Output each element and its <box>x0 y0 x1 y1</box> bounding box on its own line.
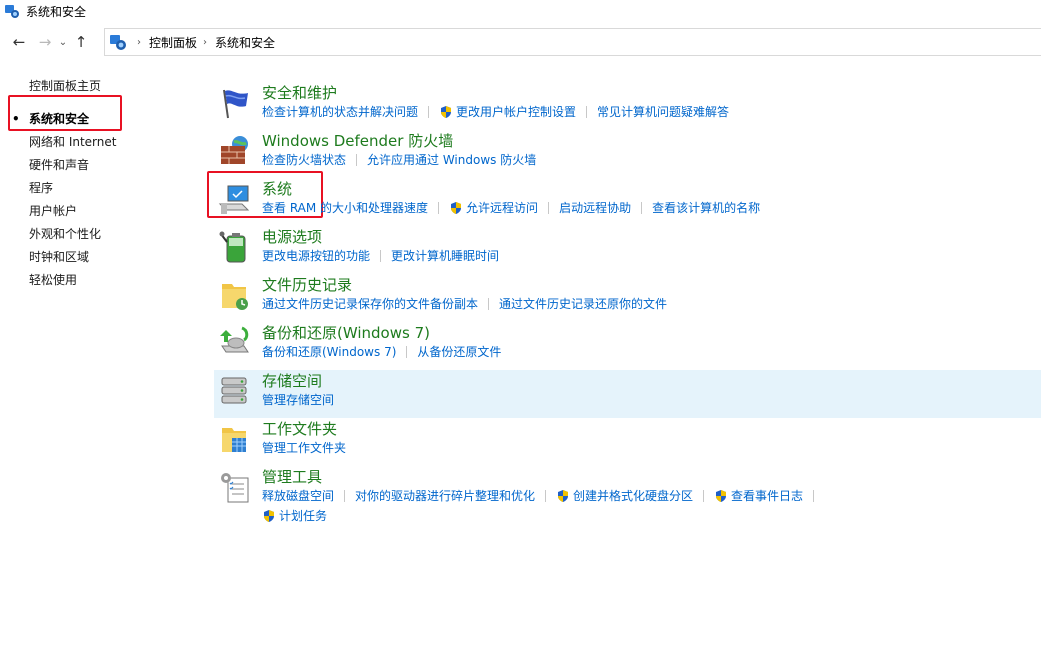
flag-icon <box>223 89 248 119</box>
category-storage-spaces[interactable]: 存储空间 管理存储空间 <box>214 370 1041 418</box>
link-label: 计划任务 <box>279 509 328 523</box>
divider <box>641 202 643 214</box>
category-backup-restore: 备份和还原(Windows 7) 备份和还原(Windows 7) 从备份还原文… <box>214 322 1041 370</box>
link-restore-from-backup[interactable]: 从备份还原文件 <box>417 343 501 361</box>
divider <box>545 490 547 502</box>
divider <box>586 106 588 118</box>
link-save-backup[interactable]: 通过文件历史记录保存你的文件备份副本 <box>262 295 478 313</box>
link-allow-remote[interactable]: 允许远程访问 <box>449 199 538 217</box>
category-title[interactable]: 电源选项 <box>262 227 322 247</box>
link-sleep-time[interactable]: 更改计算机睡眠时间 <box>391 247 499 265</box>
admin-tools-icon <box>221 473 249 503</box>
window-title: 系统和安全 <box>26 4 87 19</box>
chevron-right-icon: › <box>203 36 208 48</box>
divider <box>380 250 382 262</box>
address-bar[interactable]: › 控制面板 › 系统和安全 <box>104 28 1041 56</box>
link-label: 查看事件日志 <box>731 489 804 503</box>
breadcrumb-control-panel[interactable]: 控制面板 <box>149 34 197 51</box>
category-firewall: Windows Defender 防火墙 检查防火墙状态 允许应用通过 Wind… <box>214 130 1041 178</box>
sidebar-item-user-accounts[interactable]: 用户帐户 <box>0 201 200 224</box>
divider <box>428 106 430 118</box>
link-manage-work-folders[interactable]: 管理工作文件夹 <box>262 439 346 457</box>
sidebar-item-clock-region[interactable]: 时钟和区域 <box>0 247 200 270</box>
divider <box>344 490 346 502</box>
sidebar-item-ease-of-access[interactable]: 轻松使用 <box>0 270 200 293</box>
link-remote-assist[interactable]: 启动远程协助 <box>559 199 631 217</box>
divider <box>813 490 815 502</box>
category-title[interactable]: Windows Defender 防火墙 <box>262 131 453 151</box>
chevron-right-icon: › <box>137 36 141 48</box>
shield-icon <box>451 202 462 214</box>
sidebar-item-programs[interactable]: 程序 <box>0 178 200 201</box>
work-folder-icon <box>222 428 246 452</box>
category-title[interactable]: 备份和还原(Windows 7) <box>262 323 430 343</box>
link-free-disk-space[interactable]: 释放磁盘空间 <box>262 487 334 505</box>
link-task-scheduler[interactable]: 计划任务 <box>262 507 327 525</box>
shield-icon <box>441 106 452 118</box>
sidebar-item-hardware[interactable]: 硬件和声音 <box>0 155 200 178</box>
control-panel-icon <box>5 5 19 18</box>
category-title[interactable]: 文件历史记录 <box>262 275 352 295</box>
folder-clock-icon <box>222 284 248 310</box>
divider <box>438 202 440 214</box>
link-view-ram[interactable]: 查看 RAM 的大小和处理器速度 <box>262 199 428 217</box>
title-bar: 系统和安全 <box>0 0 1041 22</box>
battery-icon <box>219 231 246 263</box>
control-panel-location-icon <box>110 35 126 50</box>
link-restore-files[interactable]: 通过文件历史记录还原你的文件 <box>499 295 667 313</box>
divider <box>548 202 550 214</box>
link-backup-restore[interactable]: 备份和还原(Windows 7) <box>262 343 396 361</box>
link-uac-settings[interactable]: 更改用户帐户控制设置 <box>439 103 576 121</box>
link-firewall-status[interactable]: 检查防火墙状态 <box>262 151 346 169</box>
category-title[interactable]: 管理工具 <box>262 467 322 487</box>
link-manage-storage[interactable]: 管理存储空间 <box>262 391 334 409</box>
divider <box>488 298 490 310</box>
breadcrumb-system-security[interactable]: 系统和安全 <box>215 34 275 51</box>
forward-arrow-icon[interactable]: → <box>34 31 56 53</box>
shield-icon <box>264 510 274 522</box>
shield-icon <box>716 490 727 502</box>
link-check-status[interactable]: 检查计算机的状态并解决问题 <box>262 103 418 121</box>
shield-icon <box>558 490 569 502</box>
category-power: 电源选项 更改电源按钮的功能 更改计算机睡眠时间 <box>214 226 1041 274</box>
category-title[interactable]: 工作文件夹 <box>262 419 337 439</box>
category-file-history: 文件历史记录 通过文件历史记录保存你的文件备份副本 通过文件历史记录还原你的文件 <box>214 274 1041 322</box>
sidebar-item-appearance[interactable]: 外观和个性化 <box>0 224 200 247</box>
recent-locations-chevron-icon[interactable]: ⌄ <box>56 31 70 53</box>
firewall-icon <box>221 136 248 164</box>
link-defrag[interactable]: 对你的驱动器进行碎片整理和优化 <box>355 487 535 505</box>
navigation-bar: ← → ⌄ ↑ › 控制面板 › 系统和安全 <box>0 26 1041 58</box>
link-label: 创建并格式化硬盘分区 <box>573 489 694 503</box>
up-arrow-icon[interactable]: ↑ <box>70 31 92 53</box>
link-partition[interactable]: 创建并格式化硬盘分区 <box>556 487 693 505</box>
category-admin-tools: 管理工具 释放磁盘空间 对你的驱动器进行碎片整理和优化 创建并格式化硬盘分区 查… <box>214 466 1041 526</box>
divider <box>703 490 705 502</box>
category-security-maintenance: 安全和维护 检查计算机的状态并解决问题 更改用户帐户控制设置 常见计算机问题疑难… <box>214 82 1041 130</box>
link-label: 允许远程访问 <box>466 201 539 215</box>
divider <box>406 346 408 358</box>
storage-stack-icon <box>221 377 247 404</box>
category-list: 安全和维护 检查计算机的状态并解决问题 更改用户帐户控制设置 常见计算机问题疑难… <box>214 82 1041 526</box>
link-event-log[interactable]: 查看事件日志 <box>714 487 803 505</box>
link-label: 更改用户帐户控制设置 <box>456 105 577 119</box>
link-power-button[interactable]: 更改电源按钮的功能 <box>262 247 370 265</box>
category-title[interactable]: 存储空间 <box>262 371 322 391</box>
sidebar-item-network[interactable]: 网络和 Internet <box>0 132 200 155</box>
category-title[interactable]: 安全和维护 <box>262 83 337 103</box>
annotation-box-sidebar <box>8 95 122 131</box>
category-title[interactable]: 系统 <box>262 179 292 199</box>
backup-drive-icon <box>220 326 249 353</box>
divider <box>356 154 358 166</box>
link-troubleshoot[interactable]: 常见计算机问题疑难解答 <box>597 103 729 121</box>
category-system: 系统 查看 RAM 的大小和处理器速度 允许远程访问 启动远程协助 查看该计算机… <box>214 178 1041 226</box>
link-allow-app[interactable]: 允许应用通过 Windows 防火墙 <box>367 151 536 169</box>
category-work-folders: 工作文件夹 管理工作文件夹 <box>214 418 1041 466</box>
computer-icon <box>218 185 250 214</box>
back-arrow-icon[interactable]: ← <box>8 31 30 53</box>
link-computer-name[interactable]: 查看该计算机的名称 <box>652 199 760 217</box>
